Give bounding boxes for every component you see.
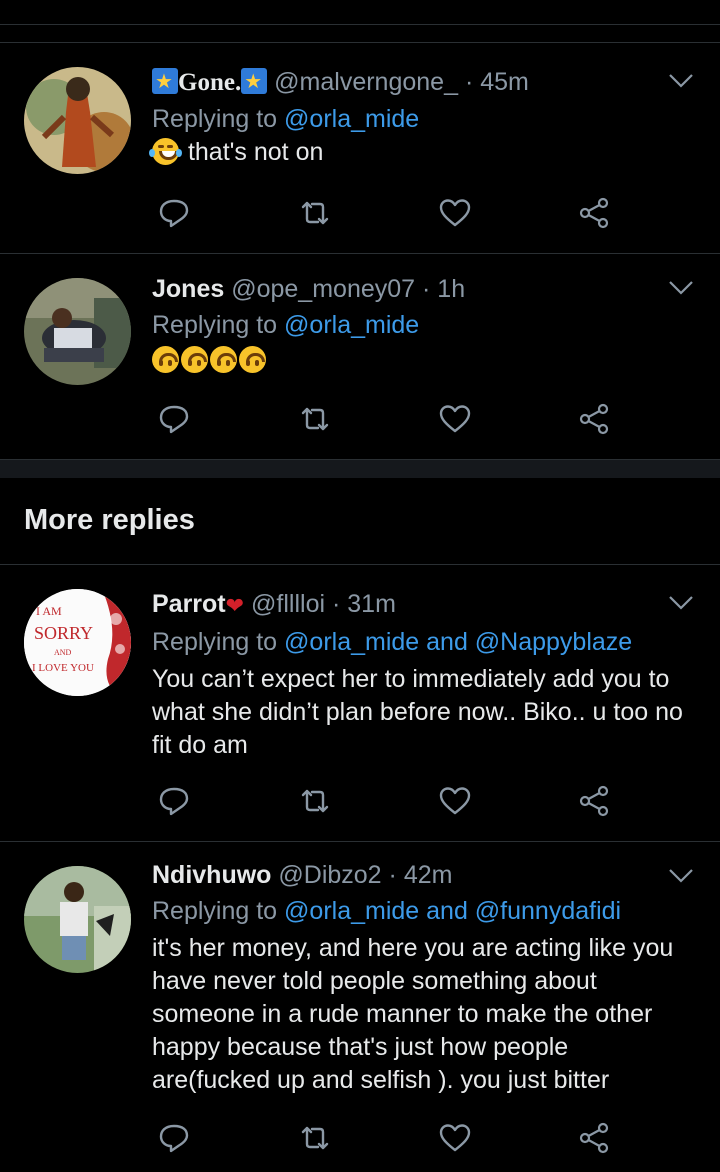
- display-name[interactable]: Parrot: [152, 590, 226, 618]
- user-handle[interactable]: @flllloi: [251, 590, 325, 618]
- action-bar: [152, 1120, 632, 1156]
- tweet-header: Ndivhuwo @Dibzo2 · 42m: [152, 860, 690, 890]
- reply-icon[interactable]: [156, 1120, 192, 1156]
- timestamp[interactable]: 45m: [480, 68, 529, 96]
- upside-down-face-emoji-icon: [152, 346, 179, 373]
- section-title: More replies: [24, 504, 195, 536]
- like-icon[interactable]: [437, 195, 473, 231]
- separator-dot: ·: [422, 275, 431, 303]
- mention-link[interactable]: @orla_mide and @funnydafidi: [284, 897, 621, 925]
- tweet-item[interactable]: Ndivhuwo @Dibzo2 · 42m Replying to @orla…: [0, 842, 720, 1172]
- retweet-icon[interactable]: [297, 783, 333, 819]
- action-bar: [152, 401, 632, 437]
- display-name[interactable]: Gone.: [178, 69, 241, 96]
- mention-link[interactable]: @orla_mide: [284, 311, 419, 339]
- avatar-text-line: SORRY: [34, 623, 93, 643]
- timestamp[interactable]: 42m: [404, 861, 453, 889]
- action-bar: [152, 783, 632, 819]
- avatar[interactable]: [24, 67, 131, 174]
- top-divider: [0, 24, 720, 25]
- upside-down-face-emoji-icon: [239, 346, 266, 373]
- chevron-down-icon[interactable]: [668, 868, 694, 884]
- tweet-item[interactable]: Gone. @malverngone_ · 45m Replying to @o…: [0, 43, 720, 254]
- timestamp[interactable]: 1h: [437, 275, 465, 303]
- tweet-text: [152, 344, 690, 377]
- laughing-emoji-icon: [149, 138, 182, 165]
- tweet-text: that's not on: [149, 136, 690, 169]
- user-handle[interactable]: @Dibzo2: [278, 861, 381, 889]
- replying-to: Replying to @orla_mide and @funnydafidi: [152, 896, 690, 926]
- replying-to: Replying to @orla_mide: [152, 310, 690, 340]
- replying-to-label: Replying to: [152, 628, 278, 656]
- avatar-text-line: I LOVE YOU: [32, 662, 94, 674]
- separator-dot: ·: [388, 861, 397, 889]
- mention-link[interactable]: @orla_mide and @Nappyblaze: [284, 628, 632, 656]
- replying-to-label: Replying to: [152, 897, 278, 925]
- retweet-icon[interactable]: [297, 195, 333, 231]
- chevron-down-icon[interactable]: [668, 595, 694, 611]
- replying-to-label: Replying to: [152, 311, 278, 339]
- user-handle[interactable]: @ope_money07: [231, 275, 415, 303]
- tweet-text: it's her money, and here you are acting …: [152, 934, 674, 1094]
- mention-link[interactable]: @orla_mide: [284, 105, 419, 133]
- chevron-down-icon[interactable]: [668, 73, 694, 89]
- like-icon[interactable]: [437, 401, 473, 437]
- share-icon[interactable]: [576, 195, 612, 231]
- share-icon[interactable]: [576, 401, 612, 437]
- avatar[interactable]: [24, 278, 131, 385]
- avatar[interactable]: [24, 866, 131, 973]
- upside-down-face-emoji-icon: [210, 346, 237, 373]
- chevron-down-icon[interactable]: [668, 280, 694, 296]
- replying-to: Replying to @orla_mide and @Nappyblaze: [152, 627, 690, 657]
- tweet-text: You can’t expect her to immediately add …: [152, 665, 683, 759]
- tweet-item[interactable]: Jones @ope_money07 · 1h Replying to @orl…: [0, 254, 720, 460]
- star-badge-icon: [152, 68, 178, 94]
- avatar[interactable]: I AM SORRY AND I LOVE YOU: [24, 589, 131, 696]
- share-icon[interactable]: [576, 1120, 612, 1156]
- like-icon[interactable]: [437, 1120, 473, 1156]
- separator-dot: ·: [331, 590, 341, 618]
- tweet-text-content: that's not on: [187, 138, 324, 166]
- star-badge-icon: [241, 68, 268, 94]
- user-handle[interactable]: @malverngone_: [274, 68, 458, 96]
- share-icon[interactable]: [576, 783, 612, 819]
- display-name[interactable]: Jones: [152, 275, 224, 303]
- retweet-icon[interactable]: [297, 1120, 333, 1156]
- reply-icon[interactable]: [156, 783, 192, 819]
- bird-emoji-icon: ❤: [225, 593, 245, 618]
- tweet-header: Parrot❤ @flllloi · 31m: [152, 589, 690, 621]
- upside-down-face-emoji-icon: [181, 346, 208, 373]
- reply-icon[interactable]: [156, 401, 192, 437]
- tweet-item[interactable]: I AM SORRY AND I LOVE YOU Parrot❤ @fllll…: [0, 565, 720, 842]
- separator-dot: ·: [464, 68, 474, 96]
- action-bar: [152, 195, 632, 231]
- reply-icon[interactable]: [156, 195, 192, 231]
- section-divider: [0, 460, 720, 478]
- replying-to: Replying to @orla_mide: [152, 104, 690, 134]
- tweet-header: Jones @ope_money07 · 1h: [152, 274, 690, 304]
- display-name[interactable]: Ndivhuwo: [152, 861, 271, 889]
- avatar-text-line: I AM: [36, 604, 62, 618]
- replying-to-label: Replying to: [152, 105, 278, 133]
- timestamp[interactable]: 31m: [347, 590, 396, 618]
- avatar-text-line: AND: [54, 648, 72, 657]
- tweet-header: Gone. @malverngone_ · 45m: [152, 67, 690, 98]
- like-icon[interactable]: [437, 783, 473, 819]
- more-replies-header: More replies: [0, 478, 720, 565]
- retweet-icon[interactable]: [297, 401, 333, 437]
